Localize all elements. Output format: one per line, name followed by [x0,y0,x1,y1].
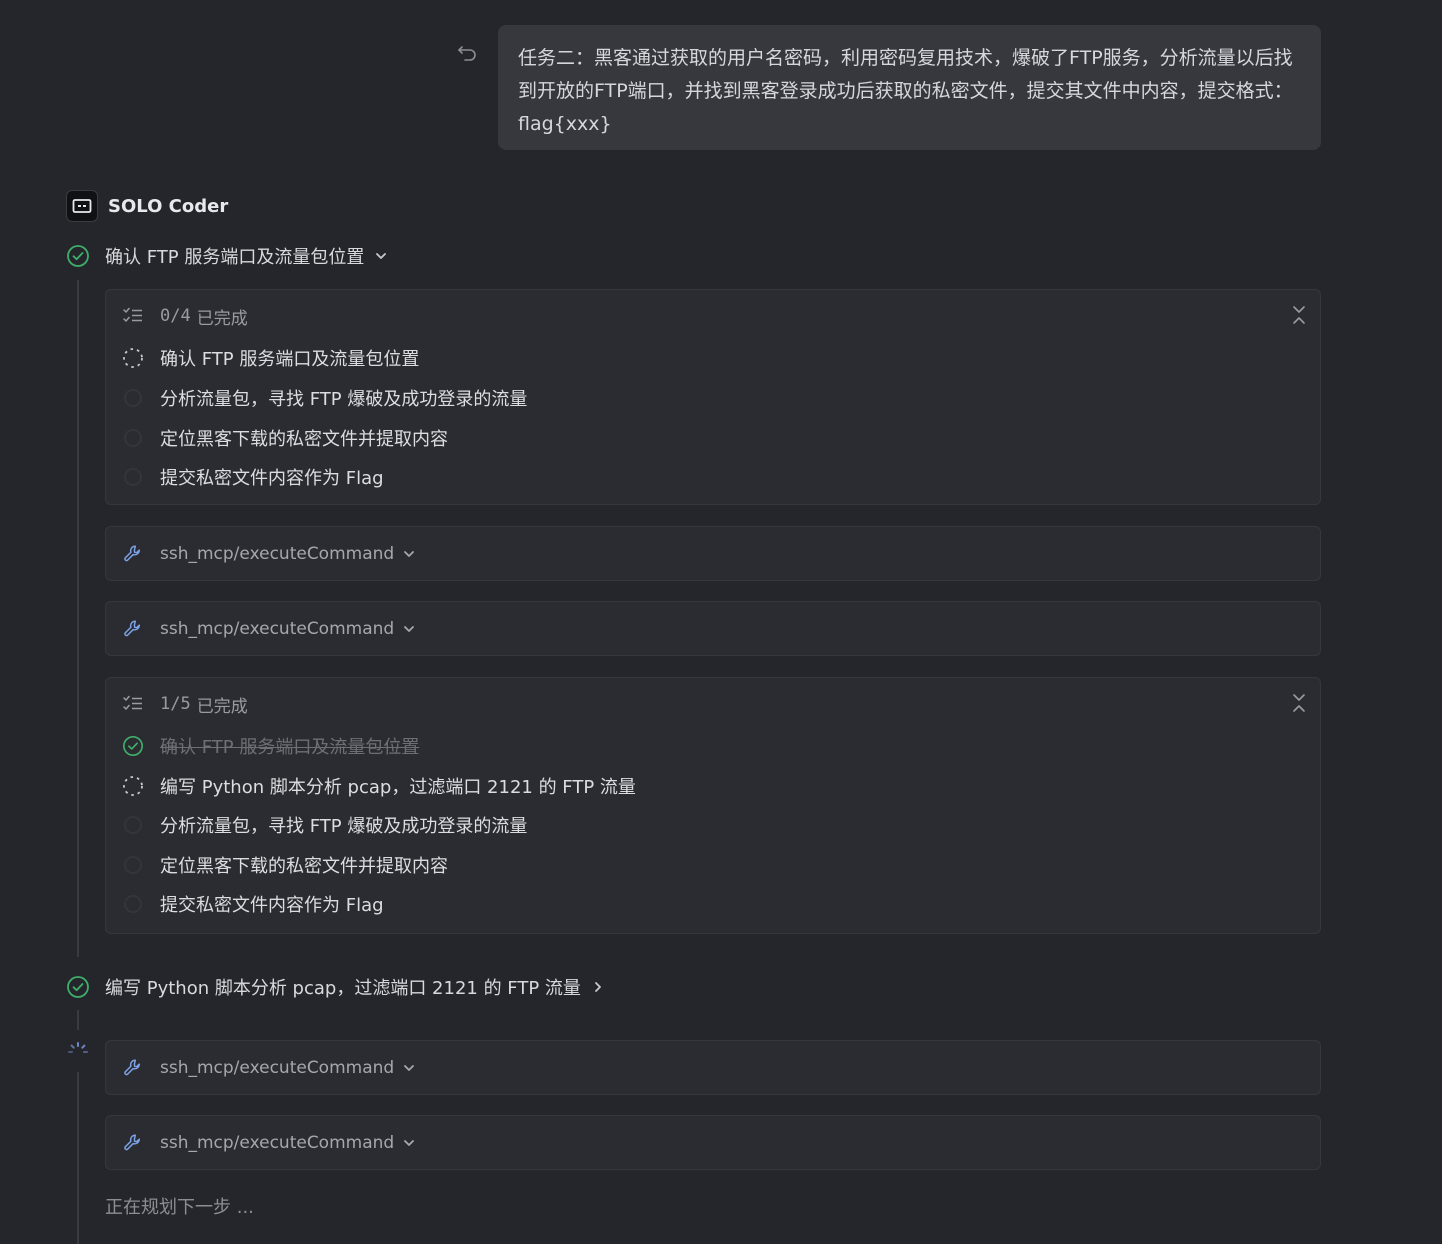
planning-status-text: 正在规划下一步 ... [105,1197,254,1218]
collapse-icon[interactable] [1290,304,1308,326]
pending-circle-icon [122,854,144,876]
todo-item: 提交私密文件内容作为 Flag [122,890,384,918]
step-header[interactable]: 编写 Python 脚本分析 pcap，过滤端口 2121 的 FTP 流量 [66,972,605,1002]
undo-icon[interactable] [456,42,480,66]
chevron-right-icon[interactable] [591,980,605,994]
todo-item-text: 确认 FTP 服务端口及流量包位置 [160,349,420,370]
tool-call[interactable]: ssh_mcp/executeCommand [105,601,1321,656]
wrench-icon [124,1058,140,1075]
wrench-icon [124,619,140,636]
spinner-icon [122,347,144,369]
todo-progress-label: 已完成 [196,696,248,717]
agent-name: SOLO Coder [108,195,229,217]
checklist-icon [123,695,142,710]
timeline-line [77,1010,79,1030]
todo-item-text: 确认 FTP 服务端口及流量包位置 [160,737,420,758]
tool-name: ssh_mcp/executeCommand [160,1057,395,1078]
todo-item: 确认 FTP 服务端口及流量包位置 [122,344,419,372]
chevron-down-icon[interactable] [402,547,416,561]
todo-item-text: 提交私密文件内容作为 Flag [160,468,384,489]
check-circle-icon [122,735,144,757]
todo-header: 0/4 已完成 [122,302,248,330]
user-message-bubble: 任务二：黑客通过获取的用户名密码，利用密码复用技术，爆破了FTP服务，分析流量以… [498,25,1321,150]
chevron-down-icon[interactable] [402,622,416,636]
pending-circle-icon [122,427,144,449]
todo-progress-count: 1/5 [160,694,191,714]
chevron-down-icon[interactable] [402,1061,416,1075]
pending-circle-icon [122,387,144,409]
todo-item-text: 分析流量包，寻找 FTP 爆破及成功登录的流量 [160,816,528,837]
wrench-icon [124,544,140,561]
todo-header: 1/5 已完成 [122,690,248,718]
tool-call[interactable]: ssh_mcp/executeCommand [105,526,1321,581]
pending-circle-icon [122,893,144,915]
todo-item-text: 定位黑客下载的私密文件并提取内容 [160,856,448,877]
todo-item-text: 编写 Python 脚本分析 pcap，过滤端口 2121 的 FTP 流量 [160,777,636,798]
check-circle-icon [67,976,89,998]
todo-item-text: 分析流量包，寻找 FTP 爆破及成功登录的流量 [160,389,528,410]
tool-name: ssh_mcp/executeCommand [160,543,395,564]
chevron-down-icon[interactable] [374,249,388,263]
check-circle-icon [67,245,89,267]
todo-item: 提交私密文件内容作为 Flag [122,463,384,491]
wrench-icon [124,1133,140,1150]
tool-call[interactable]: ssh_mcp/executeCommand [105,1040,1321,1095]
tool-name: ssh_mcp/executeCommand [160,1132,395,1153]
todo-progress-label: 已完成 [196,308,248,329]
todo-item: 定位黑客下载的私密文件并提取内容 [122,851,448,879]
todo-item: 编写 Python 脚本分析 pcap，过滤端口 2121 的 FTP 流量 [122,772,636,800]
todo-progress-count: 0/4 [160,306,191,326]
collapse-icon[interactable] [1290,692,1308,714]
todo-card: 0/4 已完成 确认 FTP 服务端口及流量包位置 分析流量包，寻找 FTP 爆… [105,289,1321,505]
step-header[interactable]: 确认 FTP 服务端口及流量包位置 [66,241,388,271]
todo-item: 确认 FTP 服务端口及流量包位置 [122,732,419,760]
pending-circle-icon [122,814,144,836]
loading-spinner-icon [68,1042,88,1053]
timeline-line [77,280,79,957]
todo-item: 定位黑客下载的私密文件并提取内容 [122,424,448,452]
tool-name: ssh_mcp/executeCommand [160,618,395,639]
todo-card: 1/5 已完成 确认 FTP 服务端口及流量包位置 编写 Python 脚本分析… [105,677,1321,934]
step-title: 编写 Python 脚本分析 pcap，过滤端口 2121 的 FTP 流量 [105,978,581,999]
checklist-icon [123,307,142,322]
agent-logo-icon [66,190,98,222]
step-title: 确认 FTP 服务端口及流量包位置 [105,247,365,268]
spinner-icon [122,775,144,797]
todo-item: 分析流量包，寻找 FTP 爆破及成功登录的流量 [122,384,527,412]
agent-header: SOLO Coder [66,190,228,222]
todo-item-text: 定位黑客下载的私密文件并提取内容 [160,429,448,450]
timeline-line [77,1072,79,1244]
todo-item: 分析流量包，寻找 FTP 爆破及成功登录的流量 [122,811,527,839]
todo-item-text: 提交私密文件内容作为 Flag [160,895,384,916]
pending-circle-icon [122,466,144,488]
tool-call[interactable]: ssh_mcp/executeCommand [105,1115,1321,1170]
chevron-down-icon[interactable] [402,1136,416,1150]
